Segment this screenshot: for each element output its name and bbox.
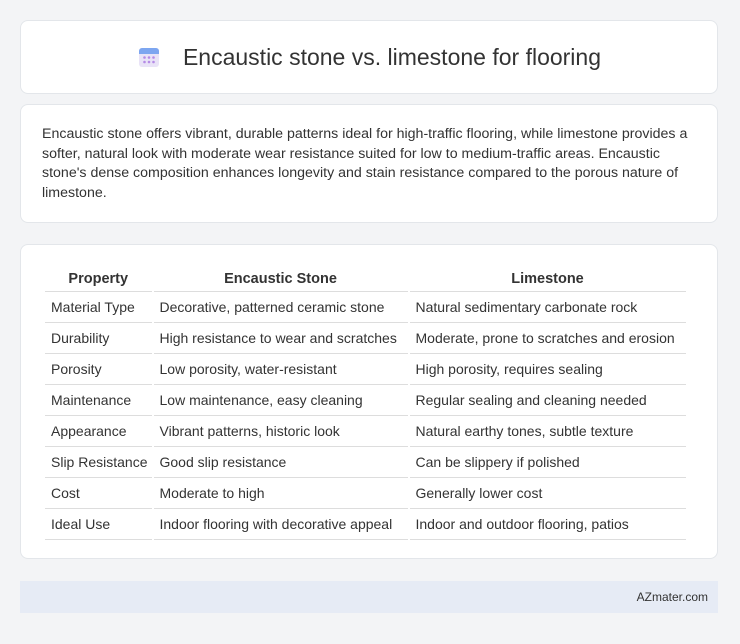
table-row: Material Type Decorative, patterned cera… (45, 292, 686, 323)
limestone-cell: Moderate, prone to scratches and erosion (409, 323, 686, 354)
table-row: Appearance Vibrant patterns, historic lo… (45, 416, 686, 447)
footer: AZmater.com (20, 581, 718, 613)
encaustic-cell: Low porosity, water-resistant (153, 354, 408, 385)
limestone-cell: Natural sedimentary carbonate rock (409, 292, 686, 323)
comparison-table: Property Encaustic Stone Limestone Mater… (43, 267, 688, 540)
property-cell: Porosity (45, 354, 152, 385)
header-limestone: Limestone (409, 267, 686, 292)
table-row: Durability High resistance to wear and s… (45, 323, 686, 354)
summary-card: Encaustic stone offers vibrant, durable … (20, 104, 718, 223)
page-title: Encaustic stone vs. limestone for floori… (182, 43, 602, 70)
limestone-cell: Can be slippery if polished (409, 447, 686, 478)
encaustic-cell: Low maintenance, easy cleaning (153, 385, 408, 416)
encaustic-cell: High resistance to wear and scratches (153, 323, 408, 354)
encaustic-cell: Good slip resistance (153, 447, 408, 478)
limestone-cell: High porosity, requires sealing (409, 354, 686, 385)
property-cell: Ideal Use (45, 509, 152, 540)
encaustic-cell: Vibrant patterns, historic look (153, 416, 408, 447)
limestone-cell: Regular sealing and cleaning needed (409, 385, 686, 416)
table-row: Slip Resistance Good slip resistance Can… (45, 447, 686, 478)
limestone-cell: Indoor and outdoor flooring, patios (409, 509, 686, 540)
table-header-row: Property Encaustic Stone Limestone (45, 267, 686, 292)
encaustic-cell: Indoor flooring with decorative appeal (153, 509, 408, 540)
table-row: Maintenance Low maintenance, easy cleani… (45, 385, 686, 416)
limestone-cell: Generally lower cost (409, 478, 686, 509)
property-cell: Durability (45, 323, 152, 354)
footer-brand: AZmater.com (636, 590, 708, 604)
table-row: Cost Moderate to high Generally lower co… (45, 478, 686, 509)
limestone-cell: Natural earthy tones, subtle texture (409, 416, 686, 447)
header-property: Property (45, 267, 152, 292)
property-cell: Material Type (45, 292, 152, 323)
encaustic-cell: Decorative, patterned ceramic stone (153, 292, 408, 323)
summary-text: Encaustic stone offers vibrant, durable … (42, 126, 688, 201)
calendar-icon (137, 45, 161, 69)
property-cell: Slip Resistance (45, 447, 152, 478)
encaustic-cell: Moderate to high (153, 478, 408, 509)
comparison-card: Property Encaustic Stone Limestone Mater… (20, 244, 718, 559)
property-cell: Cost (45, 478, 152, 509)
header-encaustic-stone: Encaustic Stone (153, 267, 408, 292)
title-card: Encaustic stone vs. limestone for floori… (20, 20, 718, 94)
property-cell: Maintenance (45, 385, 152, 416)
table-row: Porosity Low porosity, water-resistant H… (45, 354, 686, 385)
property-cell: Appearance (45, 416, 152, 447)
table-row: Ideal Use Indoor flooring with decorativ… (45, 509, 686, 540)
